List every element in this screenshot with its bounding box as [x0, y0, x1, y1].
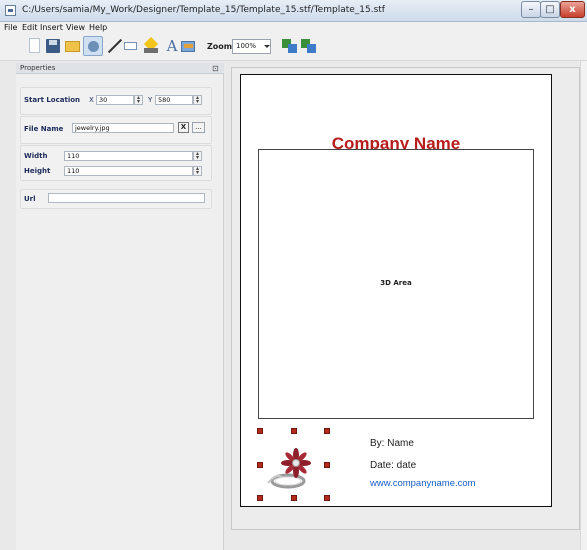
- menu-edit[interactable]: Edit: [22, 22, 38, 34]
- group-icon[interactable]: [281, 37, 299, 55]
- close-button[interactable]: x: [560, 1, 585, 18]
- maximize-button[interactable]: □: [540, 1, 560, 18]
- properties-title: Properties: [20, 64, 56, 72]
- window-title: C:/Users/samia/My_Work/Designer/Template…: [22, 5, 385, 15]
- y-label: Y: [148, 96, 153, 104]
- by-name-text[interactable]: By: Name: [370, 438, 414, 449]
- y-spinner[interactable]: ▴ ▾: [193, 95, 202, 105]
- url-label: Url: [24, 195, 36, 203]
- x-spinner[interactable]: ▴ ▾: [134, 95, 143, 105]
- minimize-button[interactable]: –: [521, 1, 541, 18]
- ungroup-icon[interactable]: [300, 37, 318, 55]
- x-label: X: [89, 96, 94, 104]
- file-name-input[interactable]: jewelry.jpg: [72, 123, 174, 133]
- zoom-label: Zoom: [207, 42, 233, 51]
- 3d-area-label: 3D Area: [380, 279, 412, 287]
- resize-handle[interactable]: [324, 428, 330, 434]
- url-input[interactable]: [48, 193, 205, 203]
- height-input[interactable]: 110: [64, 166, 193, 176]
- start-location-label: Start Location: [24, 96, 81, 104]
- resize-handle[interactable]: [324, 495, 330, 501]
- image-tool-icon[interactable]: [179, 37, 197, 55]
- rectangle-tool-icon[interactable]: [122, 37, 140, 55]
- height-label: Height: [24, 167, 51, 175]
- toolbar: A Zoom 100%: [0, 34, 587, 61]
- website-link[interactable]: www.companyname.com: [370, 478, 476, 489]
- width-spinner[interactable]: ▴ ▾: [193, 151, 202, 161]
- width-label: Width: [24, 152, 48, 160]
- browse-button[interactable]: ...: [192, 122, 205, 133]
- width-input[interactable]: 110: [64, 151, 193, 161]
- date-text[interactable]: Date: date: [370, 460, 416, 471]
- open-folder-icon[interactable]: [63, 37, 81, 55]
- chevron-down-icon[interactable]: [264, 45, 270, 48]
- resize-handle[interactable]: [257, 495, 263, 501]
- resize-handle[interactable]: [324, 462, 330, 468]
- ring-icon: [267, 448, 311, 489]
- 3d-area-tool-icon[interactable]: [142, 37, 160, 55]
- x-input[interactable]: 30: [96, 95, 134, 105]
- float-panel-icon[interactable]: ⊡: [212, 63, 219, 74]
- menu-insert[interactable]: Insert: [40, 22, 63, 34]
- resize-handle[interactable]: [257, 428, 263, 434]
- resize-handle[interactable]: [291, 428, 297, 434]
- resize-handle[interactable]: [291, 495, 297, 501]
- resize-handle[interactable]: [257, 462, 263, 468]
- save-icon[interactable]: [44, 37, 62, 55]
- right-scroll-strip: [580, 61, 587, 550]
- y-input[interactable]: 580: [155, 95, 193, 105]
- height-spinner[interactable]: ▴ ▾: [193, 166, 202, 176]
- line-tool-icon[interactable]: [105, 37, 123, 55]
- menu-file[interactable]: File: [4, 22, 17, 34]
- clear-file-button[interactable]: X: [178, 122, 189, 133]
- menu-bar: File Edit Insert View Help: [0, 22, 587, 34]
- new-file-icon[interactable]: [26, 37, 44, 55]
- menu-view[interactable]: View: [66, 22, 85, 34]
- select-tool-icon[interactable]: [83, 36, 103, 56]
- jewelry-image[interactable]: [258, 437, 330, 501]
- app-icon: [5, 5, 16, 16]
- menu-help[interactable]: Help: [89, 22, 107, 34]
- file-name-label: File Name: [24, 125, 64, 133]
